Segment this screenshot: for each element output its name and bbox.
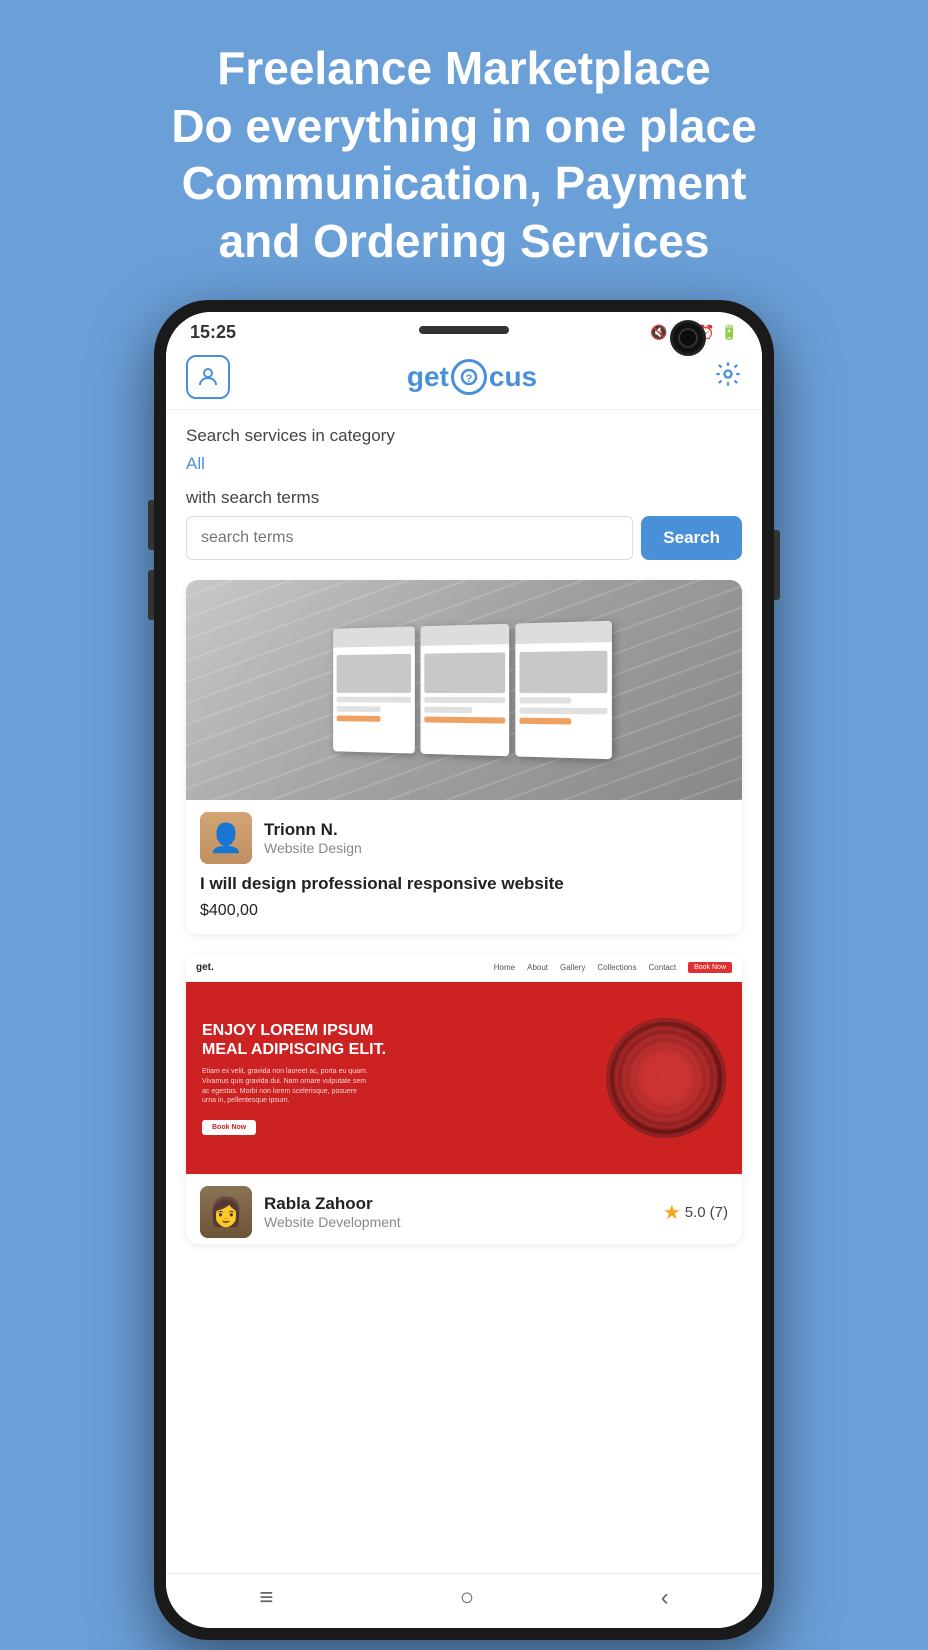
mute-icon: 🔇: [650, 324, 667, 341]
rating-score: 5.0: [685, 1204, 706, 1221]
category-all-filter[interactable]: All: [186, 454, 742, 474]
search-section-label: with search terms: [186, 488, 742, 508]
service-card-2-image: get. Home About Gallery Collections Cont…: [186, 954, 742, 1174]
settings-button[interactable]: [714, 360, 742, 395]
img2-desc: Etiam ex velit, gravida non laoreet ac, …: [202, 1067, 606, 1106]
img2-title: ENJOY LOREM IPSUMMEAL ADIPISCING ELIT.: [202, 1021, 606, 1059]
seller-name-2: Rabla Zahoor: [264, 1194, 651, 1214]
seller-category-2: Website Development: [264, 1214, 651, 1230]
star-rating-2: ★ 5.0 (7): [663, 1200, 728, 1225]
img2-nav: get. Home About Gallery Collections Cont…: [186, 954, 742, 982]
img2-hero: ENJOY LOREM IPSUMMEAL ADIPISCING ELIT. E…: [186, 982, 742, 1174]
logo-text-get: get: [407, 361, 449, 393]
seller-name-1: Trionn N.: [264, 820, 728, 840]
user-profile-button[interactable]: [186, 355, 230, 399]
content-area[interactable]: Search services in category All with sea…: [166, 410, 762, 1573]
phone-frame: 15:25 🔇 📶 ⏰ 🔋 get: [154, 300, 774, 1640]
logo-focus-icon: ?: [451, 359, 487, 395]
card-title-1: I will design professional responsive we…: [186, 870, 742, 900]
img2-text-block: ENJOY LOREM IPSUMMEAL ADIPISCING ELIT. E…: [202, 1021, 606, 1136]
phone-speaker: [419, 326, 509, 334]
service-card-2[interactable]: get. Home About Gallery Collections Cont…: [186, 954, 742, 1244]
hero-line1: Freelance Marketplace: [217, 42, 711, 94]
mockup-page-3: [515, 621, 612, 759]
service-card-1-image: [186, 580, 742, 800]
menu-icon[interactable]: ≡: [259, 1584, 273, 1612]
app-header: get ? cus: [166, 347, 762, 410]
volume-down-button: [148, 570, 154, 620]
svg-text:?: ?: [466, 373, 473, 385]
hero-line4: and Ordering Services: [219, 215, 710, 267]
category-section-label: Search services in category: [186, 426, 742, 446]
hero-line3: Communication, Payment: [182, 157, 747, 209]
search-row: Search: [186, 516, 742, 560]
search-button[interactable]: Search: [641, 516, 742, 560]
mockup-page-1: [333, 626, 415, 753]
seller-row-1: Trionn N. Website Design: [186, 800, 742, 870]
img2-cta-button: Book Now: [202, 1120, 256, 1135]
battery-icon: 🔋: [721, 324, 738, 341]
back-icon[interactable]: ‹: [661, 1584, 669, 1612]
card-price-1: $400,00: [186, 900, 742, 934]
hero-line2: Do everything in one place: [171, 100, 756, 152]
phone-screen: 15:25 🔇 📶 ⏰ 🔋 get: [166, 312, 762, 1628]
phone-wrapper: 15:25 🔇 📶 ⏰ 🔋 get: [0, 300, 928, 1640]
mockup-page-2: [421, 624, 510, 757]
hero-section: Freelance Marketplace Do everything in o…: [0, 0, 928, 290]
star-icon: ★: [663, 1200, 681, 1225]
power-button: [774, 530, 780, 600]
volume-up-button: [148, 500, 154, 550]
service-card-1[interactable]: Trionn N. Website Design I will design p…: [186, 580, 742, 934]
seller-avatar-2: [200, 1186, 252, 1238]
app-logo: get ? cus: [407, 359, 537, 395]
home-icon[interactable]: ○: [460, 1584, 475, 1612]
logo-text-cus: cus: [489, 361, 537, 393]
img2-book-button: Book Now: [688, 962, 732, 973]
search-input[interactable]: [186, 516, 633, 560]
seller-info-1: Trionn N. Website Design: [264, 820, 728, 856]
seller-category-1: Website Design: [264, 840, 728, 856]
bottom-nav: ≡ ○ ‹: [166, 1573, 762, 1628]
status-time: 15:25: [190, 322, 236, 343]
seller-row-2: Rabla Zahoor Website Development ★ 5.0 (…: [186, 1174, 742, 1244]
img2-food-image: [606, 1018, 726, 1138]
seller-avatar-1: [200, 812, 252, 864]
seller-info-2: Rabla Zahoor Website Development: [264, 1194, 651, 1230]
phone-camera: [670, 320, 706, 356]
rating-count: (7): [710, 1204, 728, 1221]
img2-logo: get.: [196, 962, 214, 973]
